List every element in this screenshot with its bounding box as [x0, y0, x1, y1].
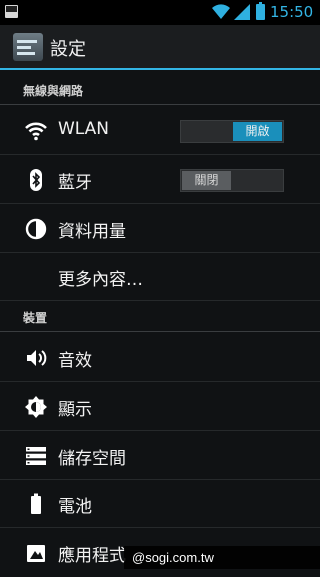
brightness-icon — [25, 396, 47, 418]
wifi-icon — [25, 122, 47, 141]
settings-item-label: WLAN — [58, 119, 110, 139]
volume-icon — [27, 350, 47, 366]
bluetooth-toggle[interactable]: 關閉 — [180, 169, 284, 192]
battery-status-icon — [256, 2, 265, 20]
settings-item-storage[interactable]: 儲存空間 — [0, 431, 320, 480]
toggle-on-knob: 開啟 — [233, 122, 282, 141]
battery-icon — [31, 493, 41, 514]
image-notification-icon — [5, 5, 18, 18]
settings-item-more[interactable]: 更多內容… — [0, 252, 320, 301]
settings-item-sound[interactable]: 音效 — [0, 333, 320, 382]
wifi-signal-icon — [212, 4, 230, 20]
cell-signal-icon — [234, 4, 250, 20]
toggle-off-knob: 關閉 — [182, 171, 231, 190]
settings-item-label: 資料用量 — [58, 222, 126, 242]
settings-item-bluetooth[interactable]: 藍牙 關閉 — [0, 155, 320, 204]
data-usage-icon — [25, 218, 47, 240]
settings-item-label: 更多內容… — [58, 270, 143, 290]
status-time: 15:50 — [270, 3, 314, 21]
page-title: 設定 — [50, 39, 86, 60]
settings-item-data-usage[interactable]: 資料用量 — [0, 204, 320, 253]
section-header-device: 裝置 — [0, 302, 320, 332]
settings-item-battery[interactable]: 電池 — [0, 479, 320, 528]
watermark: @sogi.com.tw — [124, 546, 320, 569]
apps-icon — [27, 545, 45, 562]
status-bar: 15:50 — [0, 0, 320, 25]
settings-app-icon[interactable] — [13, 33, 43, 61]
bluetooth-icon — [30, 169, 42, 191]
settings-item-label: 應用程式 — [58, 546, 126, 566]
settings-item-label: 藍牙 — [58, 173, 92, 193]
section-header-wireless: 無線與網路 — [0, 75, 320, 105]
settings-item-label: 電池 — [58, 497, 92, 517]
settings-item-wlan[interactable]: WLAN 開啟 — [0, 106, 320, 155]
section-header-label: 無線與網路 — [23, 84, 84, 98]
settings-item-label: 顯示 — [58, 400, 92, 420]
section-header-label: 裝置 — [23, 311, 48, 325]
settings-item-label: 儲存空間 — [58, 449, 126, 469]
storage-icon — [26, 447, 46, 465]
settings-item-display[interactable]: 顯示 — [0, 382, 320, 431]
action-bar: 設定 — [0, 25, 320, 70]
wlan-toggle[interactable]: 開啟 — [180, 120, 284, 143]
settings-item-label: 音效 — [58, 351, 92, 371]
